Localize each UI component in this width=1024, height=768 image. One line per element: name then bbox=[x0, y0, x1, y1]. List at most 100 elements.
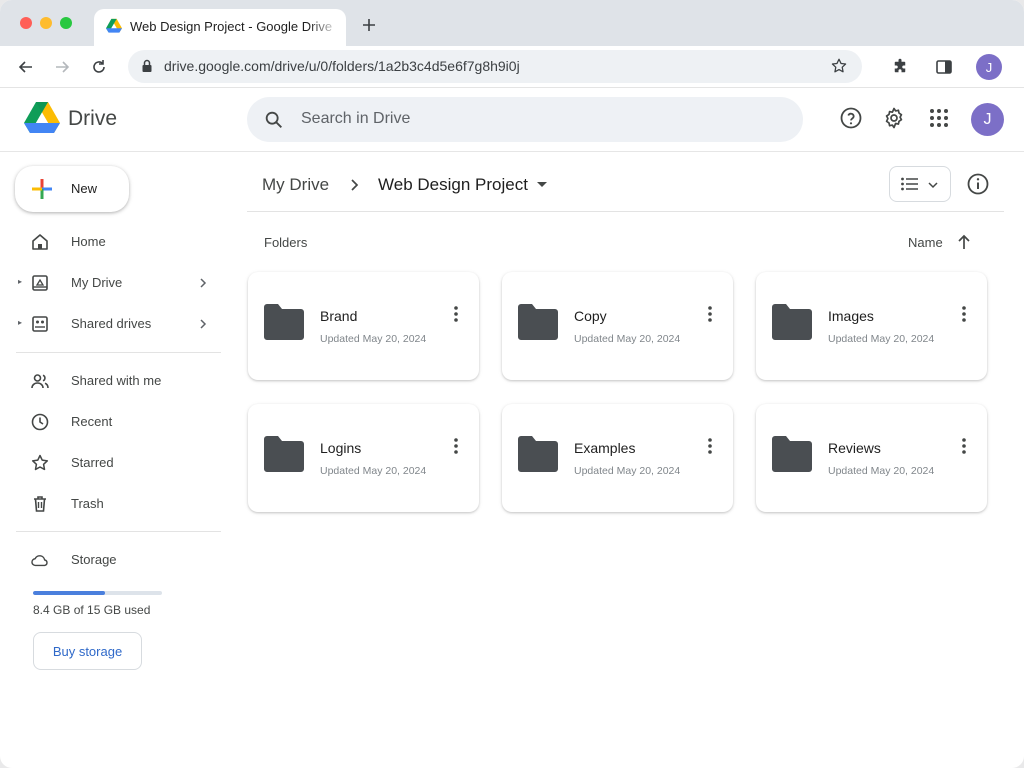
reload-icon[interactable] bbox=[86, 54, 112, 80]
new-tab-icon[interactable] bbox=[358, 14, 380, 36]
account-avatar[interactable]: J bbox=[971, 103, 1004, 136]
view-toggle-button[interactable] bbox=[889, 166, 951, 202]
breadcrumb-my-drive[interactable]: My Drive bbox=[262, 175, 329, 195]
browser-profile-avatar[interactable]: J bbox=[976, 54, 1002, 80]
sidebar-item-shared-with-me[interactable]: Shared with me bbox=[18, 365, 218, 397]
address-bar[interactable]: drive.google.com/drive/u/0/folders/1a2b3… bbox=[128, 50, 862, 83]
sidebar-item-recent[interactable]: Recent bbox=[18, 406, 218, 438]
folder-name: Copy bbox=[574, 308, 607, 324]
tab-strip: Web Design Project - Google Drive bbox=[0, 0, 1024, 46]
sidebar-item-my-drive[interactable]: ▸ My Drive bbox=[18, 267, 218, 299]
arrow-up-icon[interactable] bbox=[956, 233, 972, 251]
folder-name: Logins bbox=[320, 440, 362, 456]
forward-icon[interactable] bbox=[49, 54, 75, 80]
expand-caret-icon[interactable]: ▸ bbox=[18, 318, 22, 327]
breadcrumb-separator-icon bbox=[351, 179, 359, 191]
expand-caret-icon[interactable]: ▸ bbox=[18, 277, 22, 286]
more-options-icon[interactable] bbox=[954, 302, 974, 326]
folder-card[interactable]: Reviews Updated May 20, 2024 bbox=[756, 404, 987, 512]
folder-updated-date: Updated May 20, 2024 bbox=[320, 465, 427, 477]
folder-card[interactable]: Images Updated May 20, 2024 bbox=[756, 272, 987, 380]
sidebar-divider bbox=[16, 531, 221, 532]
sidebar-item-starred[interactable]: Starred bbox=[18, 447, 218, 479]
sidebar-item-label: Shared drives bbox=[71, 316, 152, 331]
my-drive-icon bbox=[32, 275, 48, 291]
list-view-icon bbox=[901, 177, 918, 191]
sidebar-item-label: Starred bbox=[71, 455, 114, 470]
new-button-label: New bbox=[71, 181, 98, 196]
sidebar-item-home[interactable]: Home bbox=[18, 226, 218, 258]
plus-icon bbox=[32, 179, 52, 199]
folder-icon bbox=[518, 304, 558, 340]
chevron-right-icon bbox=[200, 319, 207, 329]
breadcrumb-current-folder[interactable]: Web Design Project bbox=[378, 175, 528, 195]
minimize-window-button[interactable] bbox=[40, 17, 52, 29]
browser-tab[interactable]: Web Design Project - Google Drive bbox=[94, 9, 346, 46]
folder-updated-date: Updated May 20, 2024 bbox=[828, 333, 935, 345]
more-options-icon[interactable] bbox=[446, 434, 466, 458]
back-icon[interactable] bbox=[13, 54, 39, 80]
storage-usage-text: 8.4 GB of 15 GB used bbox=[33, 603, 151, 617]
sidebar-item-label: Recent bbox=[71, 414, 113, 429]
trash-icon bbox=[34, 496, 46, 512]
maximize-window-button[interactable] bbox=[60, 17, 72, 29]
people-icon bbox=[31, 374, 49, 389]
folder-card[interactable]: Examples Updated May 20, 2024 bbox=[502, 404, 733, 512]
tab-title: Web Design Project - Google Drive bbox=[130, 19, 333, 34]
sidebar-item-storage[interactable]: Storage bbox=[18, 544, 218, 576]
sidebar-item-shared-drives[interactable]: ▸ Shared drives bbox=[18, 308, 218, 340]
side-panel-icon[interactable] bbox=[931, 54, 957, 80]
folder-name: Images bbox=[828, 308, 874, 324]
drive-favicon-icon bbox=[106, 18, 122, 33]
sidebar-divider bbox=[16, 352, 221, 353]
bookmark-star-icon[interactable] bbox=[830, 57, 848, 75]
folder-card[interactable]: Logins Updated May 20, 2024 bbox=[248, 404, 479, 512]
more-options-icon[interactable] bbox=[700, 434, 720, 458]
folder-card[interactable]: Copy Updated May 20, 2024 bbox=[502, 272, 733, 380]
apps-grid-icon[interactable] bbox=[926, 105, 952, 131]
close-window-button[interactable] bbox=[20, 17, 32, 29]
sidebar-item-label: Shared with me bbox=[71, 373, 162, 388]
help-icon[interactable] bbox=[838, 105, 864, 131]
sidebar-item-label: Trash bbox=[71, 496, 104, 511]
folder-menu-dropdown-icon[interactable] bbox=[536, 181, 548, 189]
clock-icon bbox=[31, 413, 49, 431]
more-options-icon[interactable] bbox=[954, 434, 974, 458]
sidebar-item-label: Storage bbox=[71, 552, 117, 567]
folder-updated-date: Updated May 20, 2024 bbox=[320, 333, 427, 345]
search-icon[interactable] bbox=[263, 109, 285, 131]
lock-icon bbox=[142, 59, 152, 72]
folder-updated-date: Updated May 20, 2024 bbox=[828, 465, 935, 477]
extensions-icon[interactable] bbox=[887, 54, 913, 80]
sidebar-item-label: Home bbox=[71, 234, 106, 249]
section-heading-folders: Folders bbox=[264, 235, 308, 250]
drive-header: Drive Search in Drive J bbox=[0, 88, 1024, 152]
more-options-icon[interactable] bbox=[700, 302, 720, 326]
folder-icon bbox=[772, 304, 812, 340]
folder-icon bbox=[772, 436, 812, 472]
buy-storage-button[interactable]: Buy storage bbox=[33, 632, 142, 670]
folder-icon bbox=[264, 436, 304, 472]
sidebar-item-trash[interactable]: Trash bbox=[18, 488, 218, 520]
folder-updated-date: Updated May 20, 2024 bbox=[574, 333, 681, 345]
search-input[interactable]: Search in Drive bbox=[301, 110, 410, 128]
star-icon bbox=[31, 454, 49, 471]
sort-by-name-button[interactable]: Name bbox=[908, 235, 943, 250]
folder-card[interactable]: Brand Updated May 20, 2024 bbox=[248, 272, 479, 380]
drive-logo-icon[interactable] bbox=[24, 102, 60, 134]
folder-icon bbox=[264, 304, 304, 340]
storage-progress-fill bbox=[33, 591, 106, 595]
folder-name: Examples bbox=[574, 440, 636, 456]
new-button[interactable]: New bbox=[15, 166, 129, 212]
sidebar-item-label: My Drive bbox=[71, 275, 123, 290]
content-divider bbox=[247, 211, 1004, 212]
info-icon[interactable] bbox=[965, 171, 991, 197]
folder-updated-date: Updated May 20, 2024 bbox=[574, 465, 681, 477]
folder-name: Brand bbox=[320, 308, 358, 324]
search-bar[interactable]: Search in Drive bbox=[247, 97, 803, 142]
shared-drives-icon bbox=[32, 316, 48, 332]
app-name[interactable]: Drive bbox=[68, 107, 117, 131]
settings-gear-icon[interactable] bbox=[881, 105, 907, 131]
more-options-icon[interactable] bbox=[446, 302, 466, 326]
url-text: drive.google.com/drive/u/0/folders/1a2b3… bbox=[164, 58, 520, 74]
